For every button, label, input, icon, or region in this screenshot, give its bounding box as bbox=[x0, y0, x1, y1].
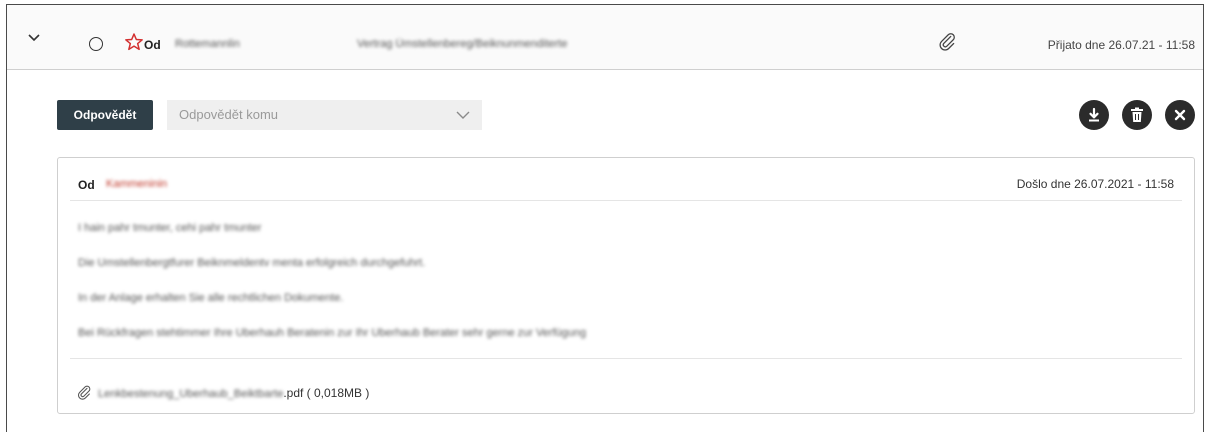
attachment-link[interactable]: Lenkbestenung_Uberhaub_Beiktbarte.pdf ( … bbox=[98, 386, 369, 400]
close-icon bbox=[1174, 109, 1186, 121]
message-card: Od Kammeninin Došlo dne 26.07.2021 - 11:… bbox=[57, 157, 1195, 414]
message-body-line: I hain pahr tmunter, cehi pahr tmunter bbox=[78, 222, 262, 234]
email-panel: Od Rottemannlin Vertrag Ümstellenbereg/B… bbox=[6, 4, 1204, 432]
chevron-down-icon bbox=[456, 111, 470, 119]
chevron-down-icon[interactable] bbox=[27, 31, 41, 45]
download-button[interactable] bbox=[1079, 100, 1109, 130]
email-subject: Vertrag Ümstellenbereg/Beiknunmenditerte bbox=[357, 38, 568, 50]
reply-to-placeholder: Odpovědět komu bbox=[179, 107, 279, 122]
email-header[interactable]: Od Rottemannlin Vertrag Ümstellenbereg/B… bbox=[7, 5, 1203, 70]
reply-button[interactable]: Odpovědět bbox=[57, 100, 153, 130]
reply-to-dropdown[interactable]: Odpovědět komu bbox=[167, 100, 482, 130]
attachment-name: Lenkbestenung_Uberhaub_Beiktbarte bbox=[98, 388, 284, 400]
delete-button[interactable] bbox=[1122, 100, 1152, 130]
attachment-extension: .pdf bbox=[283, 386, 304, 400]
close-button[interactable] bbox=[1165, 100, 1195, 130]
sender-name: Rottemannlin bbox=[175, 38, 240, 50]
divider bbox=[70, 200, 1182, 201]
download-icon bbox=[1089, 107, 1099, 122]
paperclip-icon bbox=[77, 385, 91, 400]
sender-name: Kammeninin bbox=[106, 178, 168, 190]
star-icon[interactable] bbox=[124, 32, 144, 52]
message-body-line: Bei Rückfragen stehtimmer Ihre Uberhauh … bbox=[78, 327, 587, 339]
paperclip-icon bbox=[939, 33, 955, 51]
message-body-line: Die Umstellenbergtfurer Beiknmeldentv me… bbox=[78, 257, 426, 269]
trash-icon bbox=[1131, 107, 1143, 122]
from-label: Od bbox=[78, 178, 95, 192]
circle-icon[interactable] bbox=[89, 37, 103, 51]
received-date: Došlo dne 26.07.2021 - 11:58 bbox=[1016, 177, 1174, 191]
attachment-size: ( 0,018MB ) bbox=[303, 386, 370, 400]
message-body-line: In der Anlage erhalten Sie alle rechtlic… bbox=[78, 292, 344, 304]
from-label: Od bbox=[144, 38, 161, 52]
divider bbox=[70, 358, 1182, 359]
received-date: Přijato dne 26.07.21 - 11:58 bbox=[1047, 38, 1195, 52]
